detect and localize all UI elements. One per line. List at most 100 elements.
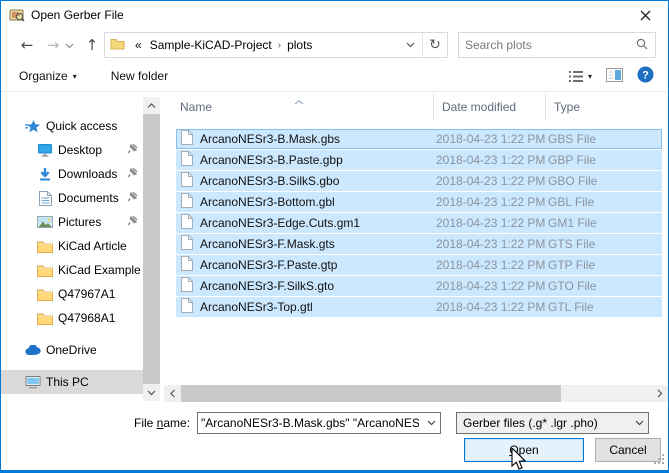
sidebar-item-desktop[interactable]: Desktop bbox=[1, 138, 143, 162]
cancel-button[interactable]: Cancel bbox=[595, 438, 661, 462]
file-name-combobox bbox=[197, 412, 441, 434]
file-row[interactable]: ArcanoNESr3-B.Paste.gbp 2018-04-23 1:22 … bbox=[176, 150, 662, 170]
navigation-pane: Quick access Desktop Downloads Documents… bbox=[1, 93, 143, 405]
pin-icon bbox=[127, 215, 138, 229]
resize-grip[interactable] bbox=[654, 454, 665, 468]
column-label: Type bbox=[554, 100, 580, 114]
sidebar-item-label: Pictures bbox=[58, 215, 101, 229]
address-dropdown-button[interactable] bbox=[398, 33, 422, 57]
help-button[interactable]: ? bbox=[637, 66, 654, 86]
folder-icon bbox=[37, 238, 53, 254]
organize-button[interactable]: Organize ▾ bbox=[11, 61, 85, 91]
file-row[interactable]: ArcanoNESr3-B.Mask.gbs 2018-04-23 1:22 P… bbox=[176, 129, 662, 149]
change-view-button[interactable]: ▾ bbox=[569, 70, 592, 83]
sidebar-item-q47968a1[interactable]: Q47968A1 bbox=[1, 306, 143, 330]
forward-button[interactable]: → bbox=[41, 38, 65, 53]
chevron-down-icon: ▾ bbox=[73, 72, 77, 81]
recent-locations-button[interactable] bbox=[65, 38, 79, 52]
search-input[interactable] bbox=[459, 38, 636, 52]
command-toolbar: Organize ▾ New folder ▾ ? bbox=[1, 61, 668, 92]
chevron-down-icon bbox=[630, 420, 648, 426]
scroll-right-icon[interactable] bbox=[651, 385, 668, 402]
file-row[interactable]: ArcanoNESr3-Top.gtl 2018-04-23 1:22 PM G… bbox=[176, 297, 662, 317]
folder-icon bbox=[37, 286, 53, 302]
close-icon bbox=[640, 10, 651, 21]
chevron-down-icon bbox=[65, 43, 74, 49]
sidebar-item-this-pc[interactable]: This PC bbox=[1, 370, 143, 394]
quick-access-star-icon bbox=[25, 118, 41, 134]
sidebar-item-label: OneDrive bbox=[46, 343, 97, 357]
search-icon bbox=[636, 38, 648, 53]
file-name: ArcanoNESr3-Bottom.gbl bbox=[200, 195, 335, 209]
help-icon: ? bbox=[637, 66, 654, 83]
file-type: GTP File bbox=[540, 258, 661, 272]
titlebar: Open Gerber File bbox=[1, 1, 668, 29]
column-headers: Name Date modified Type bbox=[164, 93, 668, 121]
file-icon bbox=[181, 172, 193, 190]
scroll-down-icon[interactable] bbox=[143, 384, 160, 401]
file-name-input[interactable] bbox=[198, 416, 422, 430]
back-button[interactable]: ← bbox=[15, 38, 39, 53]
file-icon bbox=[181, 235, 193, 253]
open-gerber-file-dialog: Open Gerber File ← → ↑ « Sample-KiCAD-Pr… bbox=[0, 0, 669, 473]
main-area: Quick access Desktop Downloads Documents… bbox=[1, 93, 668, 405]
breadcrumb-item-project[interactable]: Sample-KiCAD-Project bbox=[146, 38, 276, 52]
sidebar-item-label: Q47968A1 bbox=[58, 311, 115, 325]
file-row[interactable]: ArcanoNESr3-B.SilkS.gbo 2018-04-23 1:22 … bbox=[176, 171, 662, 191]
sidebar-item-quick-access[interactable]: Quick access bbox=[1, 114, 143, 138]
file-icon bbox=[181, 151, 193, 169]
sidebar-item-label: Q47967A1 bbox=[58, 287, 115, 301]
file-type: GTO File bbox=[540, 279, 661, 293]
address-bar[interactable]: « Sample-KiCAD-Project › plots ↻ bbox=[104, 32, 448, 58]
column-label: Name bbox=[180, 100, 212, 114]
file-name: ArcanoNESr3-F.SilkS.gto bbox=[200, 279, 334, 293]
file-row[interactable]: ArcanoNESr3-Edge.Cuts.gm1 2018-04-23 1:2… bbox=[176, 213, 662, 233]
sidebar-scrollbar-thumb[interactable] bbox=[143, 114, 160, 384]
breadcrumb-separator: › bbox=[276, 40, 283, 51]
file-name: ArcanoNESr3-F.Paste.gtp bbox=[200, 258, 337, 272]
breadcrumb-item-plots[interactable]: plots bbox=[283, 38, 316, 52]
preview-pane-button[interactable] bbox=[606, 68, 623, 85]
close-button[interactable] bbox=[623, 1, 668, 29]
file-icon bbox=[181, 277, 193, 295]
sidebar-item-documents[interactable]: Documents bbox=[1, 186, 143, 210]
file-list: Name Date modified Type ArcanoNESr3-B.Ma… bbox=[160, 93, 668, 405]
sidebar-item-downloads[interactable]: Downloads bbox=[1, 162, 143, 186]
folder-icon bbox=[37, 310, 53, 326]
new-folder-button[interactable]: New folder bbox=[103, 61, 176, 91]
column-header-date-modified[interactable]: Date modified bbox=[433, 93, 545, 121]
file-date-modified: 2018-04-23 1:22 PM bbox=[428, 132, 540, 146]
breadcrumb-overflow[interactable]: « bbox=[131, 38, 146, 52]
column-header-type[interactable]: Type bbox=[545, 93, 668, 121]
column-header-name[interactable]: Name bbox=[164, 93, 433, 121]
refresh-icon: ↻ bbox=[429, 37, 441, 53]
sidebar-item-kicad-article[interactable]: KiCad Article bbox=[1, 234, 143, 258]
file-row[interactable]: ArcanoNESr3-F.Paste.gtp 2018-04-23 1:22 … bbox=[176, 255, 662, 275]
folder-icon bbox=[37, 262, 53, 278]
file-row[interactable]: ArcanoNESr3-Bottom.gbl 2018-04-23 1:22 P… bbox=[176, 192, 662, 212]
sidebar-item-pictures[interactable]: Pictures bbox=[1, 210, 143, 234]
file-icon bbox=[181, 193, 193, 211]
organize-label: Organize bbox=[19, 69, 68, 83]
file-name-dropdown-button[interactable] bbox=[422, 420, 440, 426]
filelist-horizontal-scrollbar[interactable] bbox=[164, 385, 668, 402]
sidebar-item-q47967a1[interactable]: Q47967A1 bbox=[1, 282, 143, 306]
sidebar-scrollbar[interactable] bbox=[143, 97, 160, 401]
sidebar-item-kicad-example[interactable]: KiCad Example bbox=[1, 258, 143, 282]
file-row[interactable]: ArcanoNESr3-F.Mask.gts 2018-04-23 1:22 P… bbox=[176, 234, 662, 254]
up-button[interactable]: ↑ bbox=[81, 38, 103, 53]
scroll-up-icon[interactable] bbox=[143, 97, 160, 114]
scroll-left-icon[interactable] bbox=[164, 385, 181, 402]
sidebar-item-onedrive[interactable]: OneDrive bbox=[1, 338, 143, 362]
refresh-button[interactable]: ↻ bbox=[423, 33, 447, 57]
file-row[interactable]: ArcanoNESr3-F.SilkS.gto 2018-04-23 1:22 … bbox=[176, 276, 662, 296]
file-name: ArcanoNESr3-B.Mask.gbs bbox=[200, 132, 340, 146]
hscrollbar-thumb[interactable] bbox=[181, 385, 561, 402]
file-type: GBS File bbox=[540, 132, 661, 146]
chevron-down-icon bbox=[406, 42, 415, 48]
file-type-filter-select[interactable]: Gerber files (.g* .lgr .pho) bbox=[456, 412, 649, 434]
svg-text:?: ? bbox=[642, 70, 649, 82]
open-button[interactable]: Open bbox=[464, 438, 584, 462]
file-rows: ArcanoNESr3-B.Mask.gbs 2018-04-23 1:22 P… bbox=[176, 129, 662, 318]
file-name: ArcanoNESr3-F.Mask.gts bbox=[200, 237, 335, 251]
